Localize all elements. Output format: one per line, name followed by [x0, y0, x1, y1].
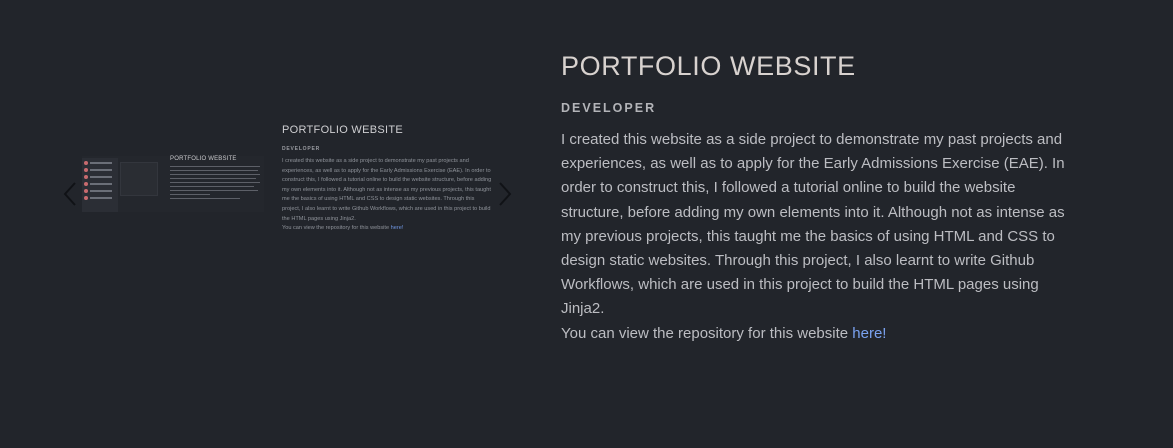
mini-nav-item [84, 189, 116, 194]
mini-text-line [170, 174, 260, 175]
mini-nav-item [84, 182, 116, 187]
slide-repo-line: You can view the repository for this web… [282, 224, 494, 234]
slide-title: PORTFOLIO WEBSITE [282, 124, 404, 136]
slide-repo-link: here! [390, 225, 404, 232]
slide-role: DEVELOPER [282, 146, 321, 152]
project-details: PORTFOLIO WEBSITE DEVELOPER I created th… [561, 46, 1081, 346]
slide-description: I created this website as a side project… [282, 157, 494, 234]
carousel-prev-button[interactable] [60, 180, 80, 208]
mini-nav-item [84, 196, 116, 201]
mini-text-line [170, 186, 254, 187]
repo-prefix: You can view the repository for this web… [561, 324, 853, 342]
project-role: DEVELOPER [561, 101, 657, 115]
mini-text-line [170, 170, 258, 171]
mini-text-line [170, 166, 260, 167]
mini-title: PORTFOLIO WEBSITE [170, 156, 237, 162]
carousel-next-button[interactable] [495, 180, 515, 208]
carousel-slide-image: PORTFOLIO WEBSITE PORTFOLIO WEBSITE DEVE… [80, 100, 500, 290]
mini-nav-item [84, 161, 116, 166]
mini-image-card [120, 162, 158, 196]
mini-text-line [170, 194, 210, 195]
chevron-right-icon [499, 182, 512, 206]
project-image-carousel: PORTFOLIO WEBSITE PORTFOLIO WEBSITE DEVE… [58, 100, 518, 290]
mini-sidebar [82, 158, 118, 212]
mini-text-line [170, 178, 256, 179]
slide-mini-screenshot: PORTFOLIO WEBSITE [82, 156, 264, 212]
project-title: PORTFOLIO WEBSITE [561, 51, 856, 81]
project-section: PORTFOLIO WEBSITE PORTFOLIO WEBSITE DEVE… [0, 0, 1173, 448]
chevron-left-icon [63, 182, 76, 206]
mini-text-line [170, 198, 240, 199]
repo-link[interactable]: here! [852, 325, 886, 342]
project-description: I created this website as a side project… [561, 128, 1071, 346]
mini-text-line [170, 182, 260, 183]
slide-repo-prefix: You can view the repository for this web… [282, 225, 391, 232]
slide-description-text: I created this website as a side project… [282, 158, 492, 222]
project-repo-line: You can view the repository for this web… [561, 322, 1071, 346]
mini-text-line [170, 190, 258, 191]
project-description-text: I created this website as a side project… [561, 131, 1065, 318]
mini-nav-item [84, 168, 116, 173]
mini-nav-item [84, 175, 116, 180]
